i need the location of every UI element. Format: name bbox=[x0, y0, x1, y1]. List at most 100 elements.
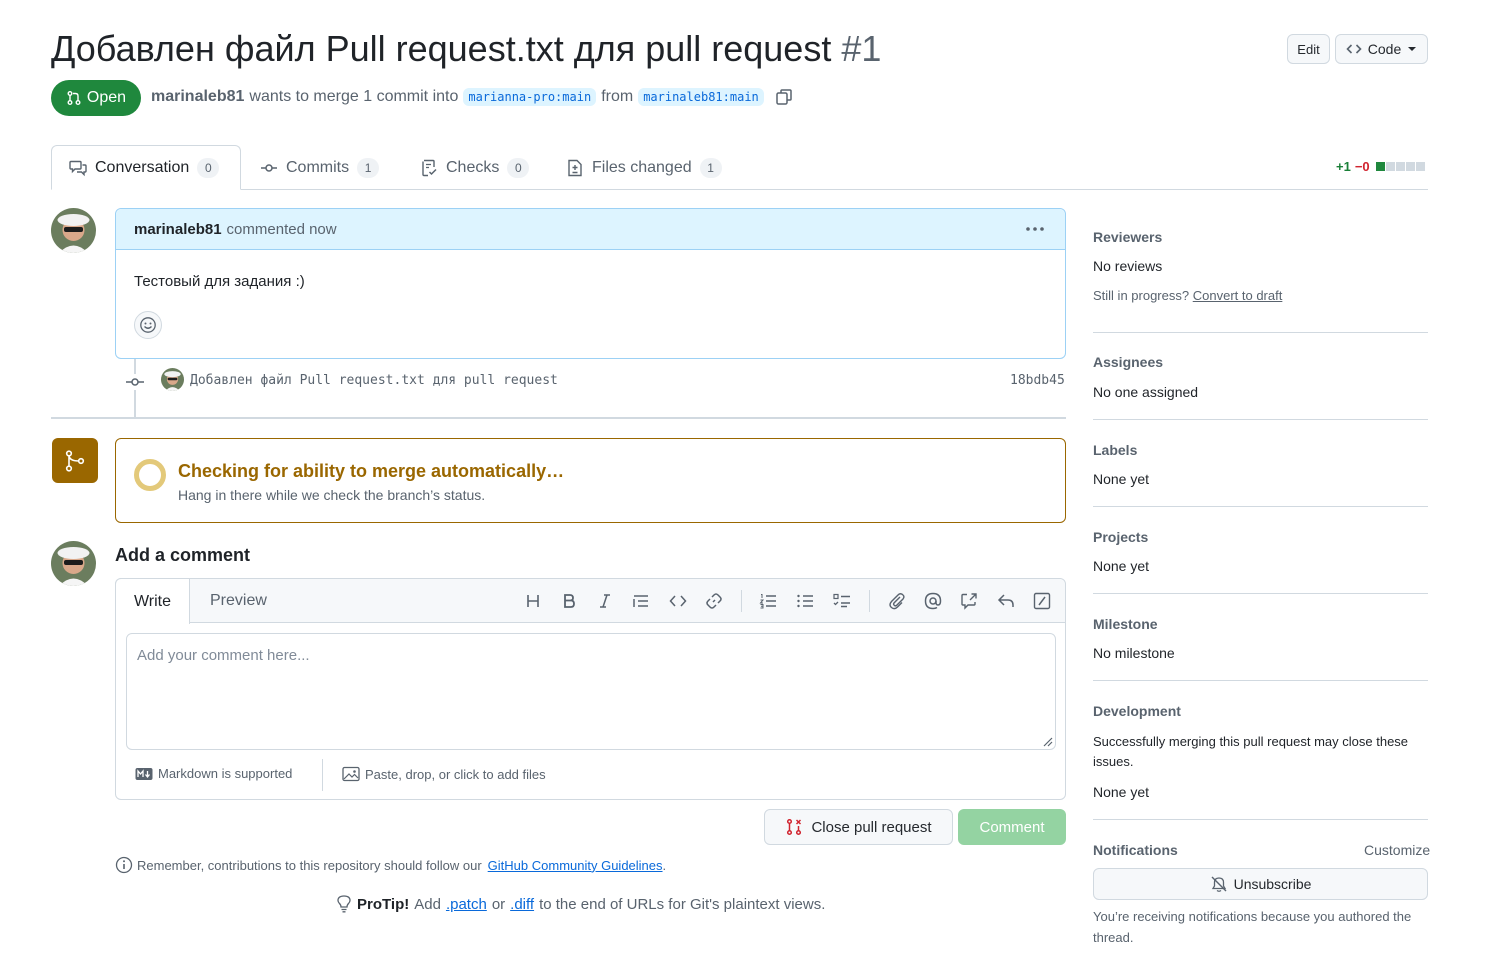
tab-checks-label: Checks bbox=[446, 159, 500, 176]
current-user-avatar[interactable] bbox=[51, 541, 96, 586]
tab-preview[interactable]: Preview bbox=[210, 592, 267, 610]
tab-commits[interactable]: Commits 1 bbox=[260, 146, 380, 190]
customize-link[interactable]: Customize bbox=[1364, 842, 1430, 858]
file-diff-icon bbox=[566, 159, 592, 177]
kebab-menu-icon[interactable] bbox=[1025, 221, 1045, 237]
comment-textarea[interactable]: Add your comment here... bbox=[126, 633, 1056, 750]
tasklist-icon[interactable] bbox=[831, 590, 853, 612]
tab-write-label: Write bbox=[133, 592, 172, 610]
unsubscribe-button[interactable]: Unsubscribe bbox=[1093, 868, 1428, 900]
info-icon bbox=[115, 856, 133, 874]
git-pull-request-closed-icon bbox=[785, 818, 803, 836]
diff-link[interactable]: .diff bbox=[510, 896, 534, 913]
tabs-divider bbox=[51, 189, 1428, 190]
page-title: Добавлен файл Pull request.txt для pull … bbox=[51, 28, 881, 70]
guidelines-suffix: . bbox=[662, 857, 667, 873]
development-text: Successfully merging this pull request m… bbox=[1093, 734, 1409, 769]
edit-button[interactable]: Edit bbox=[1287, 34, 1330, 64]
comment-button[interactable]: Comment bbox=[958, 809, 1066, 845]
commit-sha[interactable]: 18bdb45 bbox=[1010, 373, 1065, 388]
comment-discussion-icon bbox=[69, 159, 95, 177]
merge-status-badge bbox=[52, 438, 98, 483]
italic-icon[interactable] bbox=[594, 590, 616, 612]
convert-to-draft-link[interactable]: Convert to draft bbox=[1193, 288, 1283, 303]
image-icon bbox=[342, 766, 360, 782]
markdown-note[interactable]: Markdown is supported bbox=[135, 766, 292, 781]
draft-prefix: Still in progress? bbox=[1093, 288, 1190, 303]
notifications-title: Notifications bbox=[1093, 842, 1178, 858]
head-branch[interactable]: marinaleb81:main bbox=[638, 88, 764, 106]
code-label: Code bbox=[1367, 41, 1402, 57]
sidebar-divider bbox=[1093, 593, 1428, 594]
notifications-reason: You’re receiving notifications because y… bbox=[1093, 909, 1412, 945]
paperclip-icon[interactable] bbox=[886, 590, 908, 612]
triangle-down-icon bbox=[1407, 44, 1417, 54]
tab-conversation-label: Conversation bbox=[95, 159, 190, 176]
tab-commits-label: Commits bbox=[286, 159, 350, 176]
close-pull-request-button[interactable]: Close pull request bbox=[764, 809, 953, 845]
tab-conversation-count: 0 bbox=[197, 158, 220, 178]
milestone-value: No milestone bbox=[1093, 645, 1175, 661]
sidebar-divider bbox=[1093, 819, 1428, 820]
commit-author-avatar[interactable] bbox=[161, 368, 184, 391]
mention-icon[interactable] bbox=[922, 590, 944, 612]
development-value: None yet bbox=[1093, 784, 1150, 800]
unsubscribe-label: Unsubscribe bbox=[1233, 876, 1312, 892]
unordered-list-icon[interactable] bbox=[794, 590, 816, 612]
assignees-value: No one assigned bbox=[1093, 384, 1199, 400]
sidebar-divider bbox=[1093, 332, 1428, 333]
assignees-title[interactable]: Assignees bbox=[1093, 354, 1163, 370]
light-bulb-icon bbox=[336, 895, 352, 913]
reply-icon[interactable] bbox=[995, 590, 1017, 612]
merge-status-title: Checking for ability to merge automatica… bbox=[178, 461, 565, 481]
labels-title[interactable]: Labels bbox=[1093, 442, 1137, 458]
pull-request-icon bbox=[66, 90, 82, 106]
smiley-icon bbox=[139, 316, 157, 334]
pending-spinner-icon bbox=[134, 459, 166, 491]
quote-icon[interactable] bbox=[630, 590, 652, 612]
patch-link[interactable]: .patch bbox=[446, 896, 487, 913]
add-reaction-button[interactable] bbox=[134, 311, 162, 339]
slash-command-icon[interactable] bbox=[1031, 590, 1053, 612]
close-pull-request-label: Close pull request bbox=[811, 818, 932, 836]
link-icon[interactable] bbox=[703, 590, 725, 612]
protip-or: or bbox=[491, 895, 506, 913]
markdown-icon bbox=[135, 767, 153, 781]
git-commit-icon bbox=[260, 159, 286, 177]
protip-label: ProTip! bbox=[357, 895, 410, 913]
copy-icon[interactable] bbox=[775, 88, 793, 106]
heading-icon[interactable] bbox=[522, 590, 544, 612]
commit-message[interactable]: Добавлен файл Pull request.txt для pull … bbox=[190, 373, 558, 388]
ordered-list-icon[interactable] bbox=[757, 590, 779, 612]
development-title[interactable]: Development bbox=[1093, 703, 1181, 719]
resize-handle-icon[interactable] bbox=[1041, 735, 1053, 747]
cross-reference-icon[interactable] bbox=[958, 590, 980, 612]
guidelines-prefix: Remember, contributions to this reposito… bbox=[137, 857, 482, 873]
tab-commits-count: 1 bbox=[357, 158, 380, 178]
avatar[interactable] bbox=[51, 208, 96, 253]
protip-rest: to the end of URLs for Git's plaintext v… bbox=[539, 895, 826, 913]
code-inline-icon[interactable] bbox=[667, 590, 689, 612]
base-branch[interactable]: marianna-pro:main bbox=[463, 88, 597, 106]
tab-files-changed[interactable]: Files changed 1 bbox=[566, 146, 722, 190]
projects-title[interactable]: Projects bbox=[1093, 529, 1148, 545]
author-link[interactable]: marinaleb81 bbox=[151, 88, 244, 106]
guidelines-link[interactable]: GitHub Community Guidelines bbox=[488, 858, 663, 873]
code-button[interactable]: Code bbox=[1335, 34, 1428, 64]
attach-files-note[interactable]: Paste, drop, or click to add files bbox=[342, 766, 546, 782]
tab-conversation[interactable]: Conversation 0 bbox=[69, 146, 220, 190]
comment-timestamp[interactable]: commented now bbox=[227, 221, 337, 238]
toolbar-divider bbox=[741, 590, 742, 612]
state-badge-open: Open bbox=[51, 80, 141, 116]
bold-icon[interactable] bbox=[558, 590, 580, 612]
tab-checks[interactable]: Checks 0 bbox=[420, 146, 530, 190]
projects-value: None yet bbox=[1093, 558, 1150, 574]
comment-author[interactable]: marinaleb81 bbox=[134, 221, 222, 238]
reviewers-title[interactable]: Reviewers bbox=[1093, 229, 1162, 245]
reviewers-value: No reviews bbox=[1093, 258, 1163, 274]
attach-files-label: Paste, drop, or click to add files bbox=[365, 766, 546, 782]
tab-preview-label: Preview bbox=[210, 592, 267, 609]
milestone-title[interactable]: Milestone bbox=[1093, 616, 1158, 632]
edit-label: Edit bbox=[1297, 41, 1320, 57]
tab-write[interactable]: Write bbox=[115, 578, 190, 624]
